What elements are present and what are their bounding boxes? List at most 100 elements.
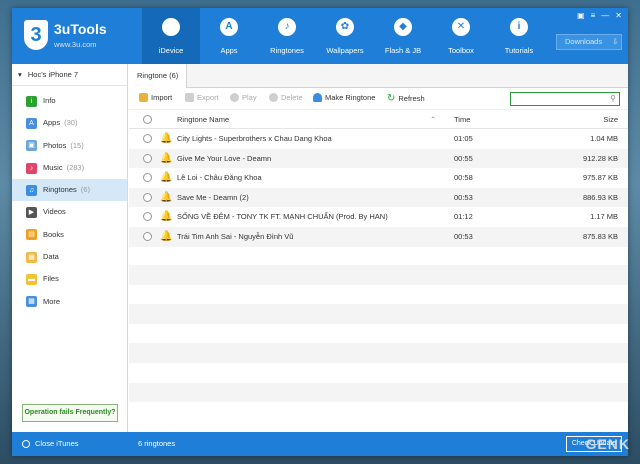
- device-selector[interactable]: ▾ Hoc's iPhone 7: [12, 64, 127, 86]
- ringtone-size: 875.83 KB: [582, 231, 618, 241]
- empty-row: [129, 382, 628, 403]
- tab-ringtone[interactable]: Ringtone (6): [129, 64, 187, 88]
- search-icon: ⚲: [610, 94, 616, 103]
- ringtone-time: 00:53: [454, 192, 473, 202]
- ringtone-size: 1.04 MB: [590, 134, 618, 143]
- row-select-radio[interactable]: [143, 212, 152, 222]
- row-select-radio[interactable]: [143, 134, 152, 143]
- row-select-radio[interactable]: [143, 153, 152, 163]
- empty-row: [129, 402, 628, 422]
- header-time[interactable]: Time: [454, 110, 470, 129]
- ringtone-size: 886.93 KB: [582, 192, 618, 202]
- import-button[interactable]: Import: [139, 93, 172, 102]
- delete-icon: [269, 93, 278, 102]
- nav-toolbox[interactable]: ✕ Toolbox: [432, 8, 490, 64]
- app-logo: 3 3uTools www.3u.com: [20, 18, 130, 54]
- top-bar: 3 3uTools www.3u.com iDevice A Apps ♪ Ringto…: [12, 8, 628, 64]
- app-url: www.3u.com: [54, 40, 97, 49]
- search-input[interactable]: ⚲: [510, 92, 620, 106]
- header-size[interactable]: Size: [603, 110, 618, 129]
- files-icon: ▬: [26, 274, 37, 286]
- row-select-radio[interactable]: [143, 173, 152, 183]
- sidebar-item-count: (283): [66, 162, 85, 172]
- make-ringtone-button[interactable]: Make Ringtone: [313, 93, 375, 102]
- header-name[interactable]: Ringtone Name: [177, 110, 229, 129]
- sidebar-item-files[interactable]: ▬ Files: [12, 268, 127, 290]
- sidebar-item-info[interactable]: i Info: [12, 90, 127, 112]
- export-button[interactable]: Export: [185, 93, 219, 102]
- sidebar-item-label: Ringtones: [43, 185, 77, 195]
- nav-flash-jb[interactable]: ◆ Flash & JB: [374, 8, 432, 64]
- wallpaper-icon: ✿: [336, 18, 354, 36]
- ringtone-name: Lê Loi - Châu Đăng Khoa: [177, 173, 262, 183]
- table-row[interactable]: 🔔 Save Me - Deamn (2) 00:53 886.93 KB: [129, 187, 628, 208]
- sidebar-item-music[interactable]: ♪ Music (283): [12, 157, 127, 179]
- operation-fails-button[interactable]: Operation fails Frequently?: [22, 404, 118, 422]
- ringtone-time: 01:12: [454, 212, 473, 222]
- empty-row: [129, 363, 628, 383]
- menu-icon[interactable]: ≡: [591, 11, 596, 20]
- sort-up-icon[interactable]: ⌃: [430, 110, 436, 129]
- nav-tutorials[interactable]: i Tutorials: [490, 8, 548, 64]
- ringtone-name: Save Me - Deamn (2): [177, 192, 249, 202]
- tools-icon: ✕: [452, 18, 470, 36]
- nav-idevice[interactable]: iDevice: [142, 8, 200, 64]
- delete-label: Delete: [281, 93, 303, 102]
- close-itunes-button[interactable]: Close iTunes: [22, 432, 79, 456]
- ringtone-size: 975.87 KB: [582, 173, 618, 183]
- refresh-button[interactable]: ↻ Refresh: [387, 93, 425, 104]
- nav-label: Tutorials: [504, 46, 534, 55]
- sidebar-item-books[interactable]: ▤ Books: [12, 224, 127, 246]
- close-itunes-label: Close iTunes: [35, 439, 79, 448]
- sidebar-item-apps[interactable]: A Apps (30): [12, 112, 127, 134]
- bell-icon: [313, 93, 322, 102]
- toolbar: Import Export Play Delete Make Ringtone …: [129, 88, 628, 110]
- app-title: 3uTools: [54, 21, 107, 37]
- bell-icon: 🔔: [160, 172, 173, 184]
- sidebar-list: i Info A Apps (30) ▣ Photos (15) ♪ Music (283) ♫ Rin…: [12, 86, 127, 313]
- info-icon: i: [510, 18, 528, 36]
- refresh-label: Refresh: [398, 94, 425, 103]
- ringtone-time: 01:05: [454, 134, 473, 143]
- table-row[interactable]: 🔔 Lê Loi - Châu Đăng Khoa 00:58 975.87 KB: [129, 168, 628, 188]
- import-icon: [139, 93, 148, 102]
- apple-icon: [162, 18, 180, 36]
- table-body: 🔔 City Lights - Superbrothers x Chau Dang…: [129, 129, 628, 247]
- download-arrow-icon: ⇩: [612, 37, 619, 46]
- downloads-button[interactable]: Downloads ⇩: [556, 34, 622, 50]
- tab-bar: Ringtone (6): [129, 64, 628, 88]
- nav-ringtones[interactable]: ♪ Ringtones: [258, 8, 316, 64]
- sidebar: ▾ Hoc's iPhone 7 i Info A Apps (30) ▣ Photos (1…: [12, 64, 128, 432]
- empty-row: [129, 304, 628, 324]
- select-all-radio[interactable]: [143, 115, 152, 124]
- close-icon[interactable]: ✕: [615, 11, 622, 20]
- row-select-radio[interactable]: [143, 231, 152, 241]
- export-icon: [185, 93, 194, 102]
- table-row[interactable]: 🔔 Give Me Your Love - Deamn 00:55 912.28 KB: [129, 148, 628, 169]
- sidebar-item-count: (15): [70, 140, 84, 150]
- minimize-icon[interactable]: —: [601, 11, 609, 20]
- sidebar-item-photos[interactable]: ▣ Photos (15): [12, 135, 127, 157]
- skin-icon[interactable]: ▣: [577, 11, 585, 20]
- apps-icon: A: [220, 18, 238, 36]
- row-select-radio[interactable]: [143, 192, 152, 202]
- table-row[interactable]: 🔔 City Lights - Superbrothers x Chau Dang…: [129, 129, 628, 149]
- table-row[interactable]: 🔔 Trái Tim Anh Sai - Nguyễn Đình Vũ 00:53 8…: [129, 226, 628, 247]
- ringtone-count: 6 ringtones: [138, 439, 176, 448]
- sidebar-item-label: Books: [43, 229, 64, 239]
- sidebar-item-data[interactable]: ▦ Data: [12, 246, 127, 268]
- ringtone-size: 1.17 MB: [590, 212, 618, 222]
- ringtone-time: 00:58: [454, 173, 473, 183]
- empty-row: [129, 343, 628, 363]
- app-window: 3 3uTools www.3u.com iDevice A Apps ♪ Ringto…: [12, 8, 628, 456]
- device-name: Hoc's iPhone 7: [27, 70, 79, 79]
- ringtones-icon: ♫: [26, 184, 37, 196]
- play-button[interactable]: Play: [230, 93, 257, 102]
- table-row[interactable]: 🔔 SỐNG VỀ ĐÊM - TONY TK FT. MẠNH CHUẨN (P…: [129, 207, 628, 227]
- nav-wallpapers[interactable]: ✿ Wallpapers: [316, 8, 374, 64]
- nav-apps[interactable]: A Apps: [200, 8, 258, 64]
- sidebar-item-more[interactable]: ▦ More: [12, 291, 127, 313]
- delete-button[interactable]: Delete: [269, 93, 303, 102]
- sidebar-item-videos[interactable]: ▶ Videos: [12, 201, 127, 223]
- sidebar-item-ringtones[interactable]: ♫ Ringtones (6): [12, 179, 127, 202]
